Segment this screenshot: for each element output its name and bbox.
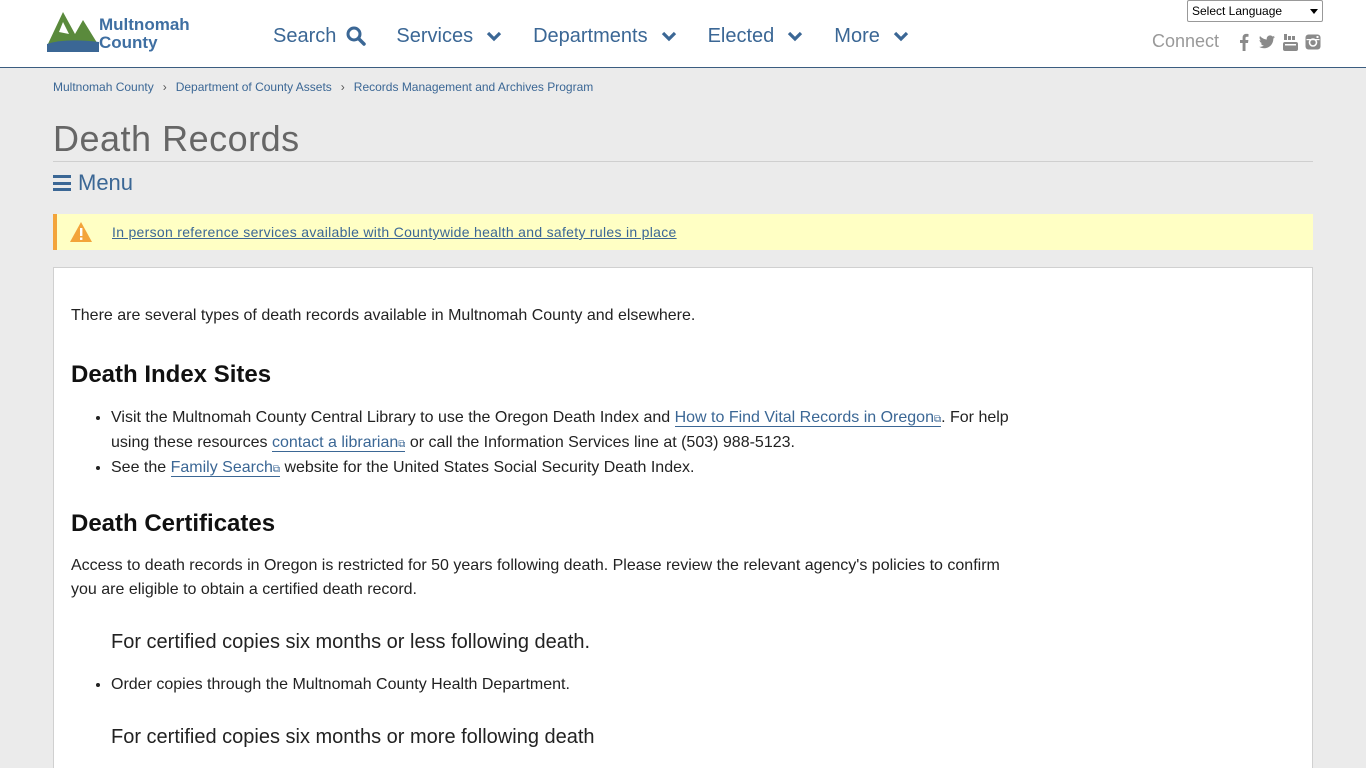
nav-departments-label: Departments bbox=[533, 24, 648, 47]
chevron-right-icon: › bbox=[340, 80, 345, 94]
nav-elected[interactable]: Elected bbox=[708, 22, 805, 50]
logo-line2: County bbox=[99, 33, 158, 52]
hamburger-icon bbox=[53, 175, 71, 191]
site-logo[interactable]: Multnomah County bbox=[45, 8, 205, 56]
menu-button[interactable]: Menu bbox=[53, 170, 133, 196]
warning-icon bbox=[70, 222, 92, 242]
twitter-icon[interactable] bbox=[1259, 33, 1276, 51]
menu-label: Menu bbox=[78, 170, 134, 195]
vital-records-link-label: How to Find Vital Records in Oregon bbox=[674, 409, 934, 426]
language-select-value: Select Language bbox=[1192, 4, 1283, 18]
language-select[interactable]: Select Language bbox=[1187, 0, 1323, 22]
dropdown-caret-icon bbox=[1310, 8, 1318, 14]
facebook-icon[interactable] bbox=[1236, 33, 1252, 51]
nav-services-label: Services bbox=[396, 24, 474, 47]
list-item-text: Visit the Multnomah County Central Libra… bbox=[111, 409, 675, 426]
search-icon bbox=[346, 26, 367, 46]
breadcrumb-item-department[interactable]: Department of County Assets bbox=[176, 80, 332, 94]
contact-librarian-link[interactable]: contact a librarian⧉ bbox=[271, 434, 406, 452]
logo-text: Multnomah County bbox=[99, 16, 190, 52]
chevron-down-icon bbox=[661, 31, 676, 42]
breadcrumb: Multnomah County › Department of County … bbox=[53, 80, 593, 94]
list-item-text: See the bbox=[111, 459, 171, 476]
logo-line1: Multnomah bbox=[99, 15, 190, 34]
death-index-heading: Death Index Sites bbox=[71, 361, 272, 388]
six-months-less-list: Order copies through the Multnomah Count… bbox=[111, 673, 1011, 696]
chevron-down-icon bbox=[788, 31, 803, 42]
list-item: Visit the Multnomah County Central Libra… bbox=[111, 406, 1011, 456]
nav-more-label: More bbox=[834, 24, 880, 47]
main-content: There are several types of death records… bbox=[53, 267, 1313, 768]
youtube-icon[interactable] bbox=[1282, 33, 1298, 51]
external-link-icon: ⧉ bbox=[272, 464, 280, 475]
nav-search[interactable]: Search bbox=[273, 22, 367, 50]
list-item: Order copies through the Multnomah Count… bbox=[111, 673, 1011, 696]
nav-elected-label: Elected bbox=[707, 24, 775, 47]
list-item-text: or call the Information Services line at… bbox=[405, 434, 795, 451]
list-item-text: website for the United States Social Sec… bbox=[280, 459, 695, 476]
nav-search-label: Search bbox=[273, 24, 337, 47]
six-months-more-heading: For certified copies six months or more … bbox=[111, 726, 595, 748]
page-title: Death Records bbox=[53, 118, 300, 159]
chevron-right-icon: › bbox=[162, 80, 167, 94]
death-index-list: Visit the Multnomah County Central Libra… bbox=[111, 406, 1011, 481]
family-search-link[interactable]: Family Search⧉ bbox=[170, 459, 280, 477]
breadcrumb-item-program[interactable]: Records Management and Archives Program bbox=[354, 80, 593, 94]
mountains-logo-icon bbox=[47, 12, 99, 52]
list-item: See the Family Search⧉ website for the U… bbox=[111, 456, 1011, 481]
six-months-less-heading: For certified copies six months or less … bbox=[111, 631, 591, 653]
title-divider bbox=[53, 161, 1313, 162]
nav-more[interactable]: More bbox=[834, 22, 910, 50]
alert-banner: In person reference services available w… bbox=[53, 214, 1313, 250]
death-certificates-heading: Death Certificates bbox=[71, 510, 276, 537]
certificates-paragraph: Access to death records in Oregon is res… bbox=[71, 557, 1000, 598]
main-nav: Search Services Departments Elected More bbox=[273, 22, 940, 50]
site-header: Multnomah County Search Services Departm… bbox=[0, 0, 1366, 68]
chevron-down-icon bbox=[486, 31, 502, 42]
connect-bar: Connect bbox=[1152, 31, 1321, 52]
chevron-down-icon bbox=[893, 31, 909, 42]
alert-link[interactable]: In person reference services available w… bbox=[112, 224, 677, 240]
connect-label: Connect bbox=[1152, 31, 1220, 51]
vital-records-link[interactable]: How to Find Vital Records in Oregon⧉ bbox=[674, 409, 942, 427]
contact-librarian-link-label: contact a librarian bbox=[271, 434, 399, 451]
family-search-link-label: Family Search bbox=[170, 459, 273, 476]
intro-text: There are several types of death records… bbox=[71, 307, 696, 324]
nav-departments[interactable]: Departments bbox=[533, 22, 678, 50]
nav-services[interactable]: Services bbox=[396, 22, 503, 50]
breadcrumb-item-county[interactable]: Multnomah County bbox=[53, 80, 154, 94]
instagram-icon[interactable] bbox=[1305, 33, 1321, 51]
